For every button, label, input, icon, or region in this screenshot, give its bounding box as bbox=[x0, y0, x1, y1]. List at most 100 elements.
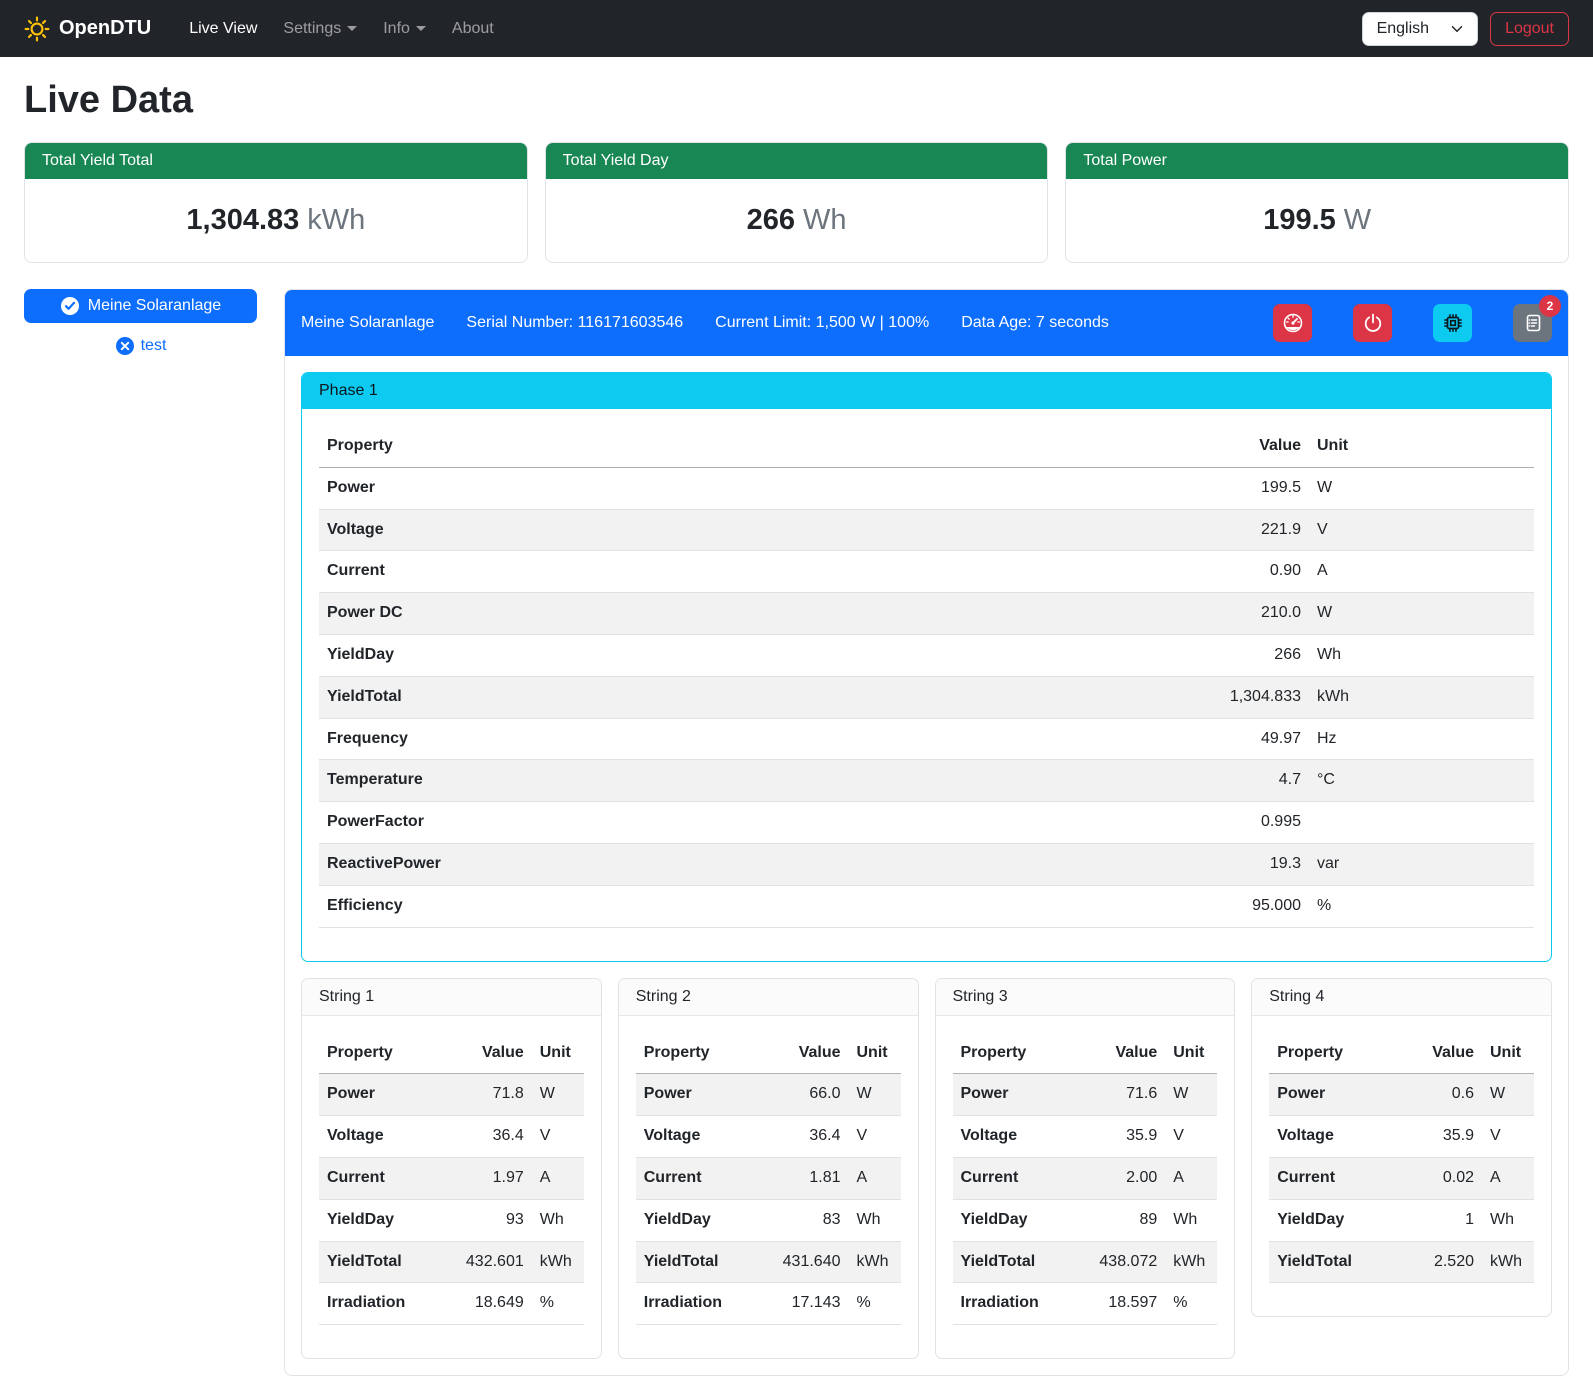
phase-card-body: Property Value Unit Power bbox=[302, 409, 1551, 961]
sidebar-group-test[interactable]: test bbox=[24, 336, 257, 356]
col-header-property: Property bbox=[953, 1033, 1072, 1074]
string-card-body: Property Value Unit Power bbox=[619, 1016, 918, 1359]
row-property: Power bbox=[1269, 1074, 1399, 1116]
summary-card-title: Total Power bbox=[1066, 143, 1568, 179]
nav-item-info[interactable]: Info bbox=[373, 12, 436, 46]
col-header-property: Property bbox=[1269, 1033, 1399, 1074]
summary-card-title: Total Yield Day bbox=[546, 143, 1048, 179]
table-row: YieldDay 1 Wh bbox=[1269, 1199, 1534, 1241]
col-header-unit: Unit bbox=[532, 1033, 584, 1074]
col-header-unit: Unit bbox=[1309, 426, 1534, 467]
col-header-unit: Unit bbox=[1482, 1033, 1534, 1074]
logout-button[interactable]: Logout bbox=[1490, 12, 1569, 46]
row-property: Power bbox=[636, 1074, 755, 1116]
table-header-row: Property Value Unit bbox=[1269, 1033, 1534, 1074]
row-unit: °C bbox=[1309, 760, 1534, 802]
col-header-property: Property bbox=[319, 426, 911, 467]
string-table: Property Value Unit Power bbox=[319, 1033, 584, 1326]
table-row: Voltage 35.9 V bbox=[953, 1116, 1218, 1158]
inverter-data-age: Data Age: 7 seconds bbox=[961, 314, 1109, 332]
row-unit: kWh bbox=[849, 1241, 901, 1283]
summary-card-total-yield-total: Total Yield Total 1,304.83kWh bbox=[24, 142, 528, 263]
page-title: Live Data bbox=[24, 79, 1569, 122]
row-property: Power bbox=[319, 467, 911, 509]
check-circle-icon bbox=[60, 296, 80, 316]
col-header-unit: Unit bbox=[1165, 1033, 1217, 1074]
brand[interactable]: OpenDTU bbox=[24, 16, 151, 42]
table-row: ReactivePower 19.3 var bbox=[319, 843, 1534, 885]
table-row: YieldTotal 1,304.833 kWh bbox=[319, 676, 1534, 718]
row-value: 431.640 bbox=[755, 1241, 848, 1283]
event-log-button[interactable]: 2 bbox=[1513, 304, 1552, 342]
chevron-down-icon bbox=[416, 26, 426, 31]
string-card-title: String 4 bbox=[1252, 979, 1551, 1016]
row-property: Power bbox=[953, 1074, 1072, 1116]
inverter-limit: Current Limit: 1,500 W | 100% bbox=[715, 314, 929, 332]
row-unit: kWh bbox=[532, 1241, 584, 1283]
nav-item-live-view[interactable]: Live View bbox=[179, 12, 267, 46]
sidebar-group-label: test bbox=[141, 337, 167, 355]
col-header-property: Property bbox=[636, 1033, 755, 1074]
row-property: Current bbox=[319, 1157, 438, 1199]
language-select-value: English bbox=[1377, 20, 1429, 38]
string-table: Property Value Unit Power bbox=[1269, 1033, 1534, 1284]
table-row: Irradiation 18.649 % bbox=[319, 1283, 584, 1325]
power-icon bbox=[1361, 311, 1385, 335]
row-unit: W bbox=[1165, 1074, 1217, 1116]
power-button[interactable] bbox=[1353, 304, 1392, 342]
row-value: 221.9 bbox=[911, 509, 1309, 551]
col-header-unit: Unit bbox=[849, 1033, 901, 1074]
string-table: Property Value Unit Power bbox=[953, 1033, 1218, 1326]
table-row: Voltage 35.9 V bbox=[1269, 1116, 1534, 1158]
row-value: 19.3 bbox=[911, 843, 1309, 885]
table-row: Voltage 36.4 V bbox=[636, 1116, 901, 1158]
row-property: Temperature bbox=[319, 760, 911, 802]
nav-item-settings[interactable]: Settings bbox=[273, 12, 367, 46]
chevron-down-icon bbox=[1451, 23, 1463, 35]
limit-settings-button[interactable] bbox=[1273, 304, 1312, 342]
string-card-1: String 1 Property Value Unit bbox=[301, 978, 602, 1360]
table-row: Current 0.90 A bbox=[319, 551, 1534, 593]
table-row: Current 2.00 A bbox=[953, 1157, 1218, 1199]
col-header-property: Property bbox=[319, 1033, 438, 1074]
row-value: 4.7 bbox=[911, 760, 1309, 802]
string-table: Property Value Unit Power bbox=[636, 1033, 901, 1326]
row-property: YieldDay bbox=[636, 1199, 755, 1241]
inverter-body: Phase 1 Property Value Unit bbox=[285, 356, 1568, 1375]
row-value: 432.601 bbox=[438, 1241, 531, 1283]
row-property: Frequency bbox=[319, 718, 911, 760]
language-select[interactable]: English bbox=[1362, 12, 1478, 46]
row-unit: A bbox=[1309, 551, 1534, 593]
row-unit: Wh bbox=[849, 1199, 901, 1241]
table-row: Irradiation 18.597 % bbox=[953, 1283, 1218, 1325]
table-row: Frequency 49.97 Hz bbox=[319, 718, 1534, 760]
row-property: ReactivePower bbox=[319, 843, 911, 885]
table-row: YieldDay 266 Wh bbox=[319, 634, 1534, 676]
summary-card-title: Total Yield Total bbox=[25, 143, 527, 179]
row-unit: V bbox=[1309, 509, 1534, 551]
summary-unit: kWh bbox=[307, 204, 365, 236]
row-property: YieldDay bbox=[319, 1199, 438, 1241]
row-value: 0.6 bbox=[1399, 1074, 1482, 1116]
row-property: Irradiation bbox=[953, 1283, 1072, 1325]
row-value: 2.00 bbox=[1072, 1157, 1165, 1199]
row-property: Current bbox=[953, 1157, 1072, 1199]
row-value: 18.597 bbox=[1072, 1283, 1165, 1325]
device-info-button[interactable] bbox=[1433, 304, 1472, 342]
journal-icon bbox=[1521, 311, 1545, 335]
summary-value: 199.5 bbox=[1263, 204, 1336, 236]
sidebar-item-inverter[interactable]: Meine Solaranlage bbox=[24, 289, 257, 323]
row-value: 49.97 bbox=[911, 718, 1309, 760]
row-unit: Hz bbox=[1309, 718, 1534, 760]
nav-item-about[interactable]: About bbox=[442, 12, 504, 46]
table-row: Voltage 36.4 V bbox=[319, 1116, 584, 1158]
row-value: 36.4 bbox=[438, 1116, 531, 1158]
summary-card-total-yield-day: Total Yield Day 266Wh bbox=[545, 142, 1049, 263]
table-row: Irradiation 17.143 % bbox=[636, 1283, 901, 1325]
row-property: YieldDay bbox=[953, 1199, 1072, 1241]
row-unit: A bbox=[1165, 1157, 1217, 1199]
table-row: YieldDay 83 Wh bbox=[636, 1199, 901, 1241]
row-property: Voltage bbox=[953, 1116, 1072, 1158]
row-value: 36.4 bbox=[755, 1116, 848, 1158]
table-row: Power 66.0 W bbox=[636, 1074, 901, 1116]
